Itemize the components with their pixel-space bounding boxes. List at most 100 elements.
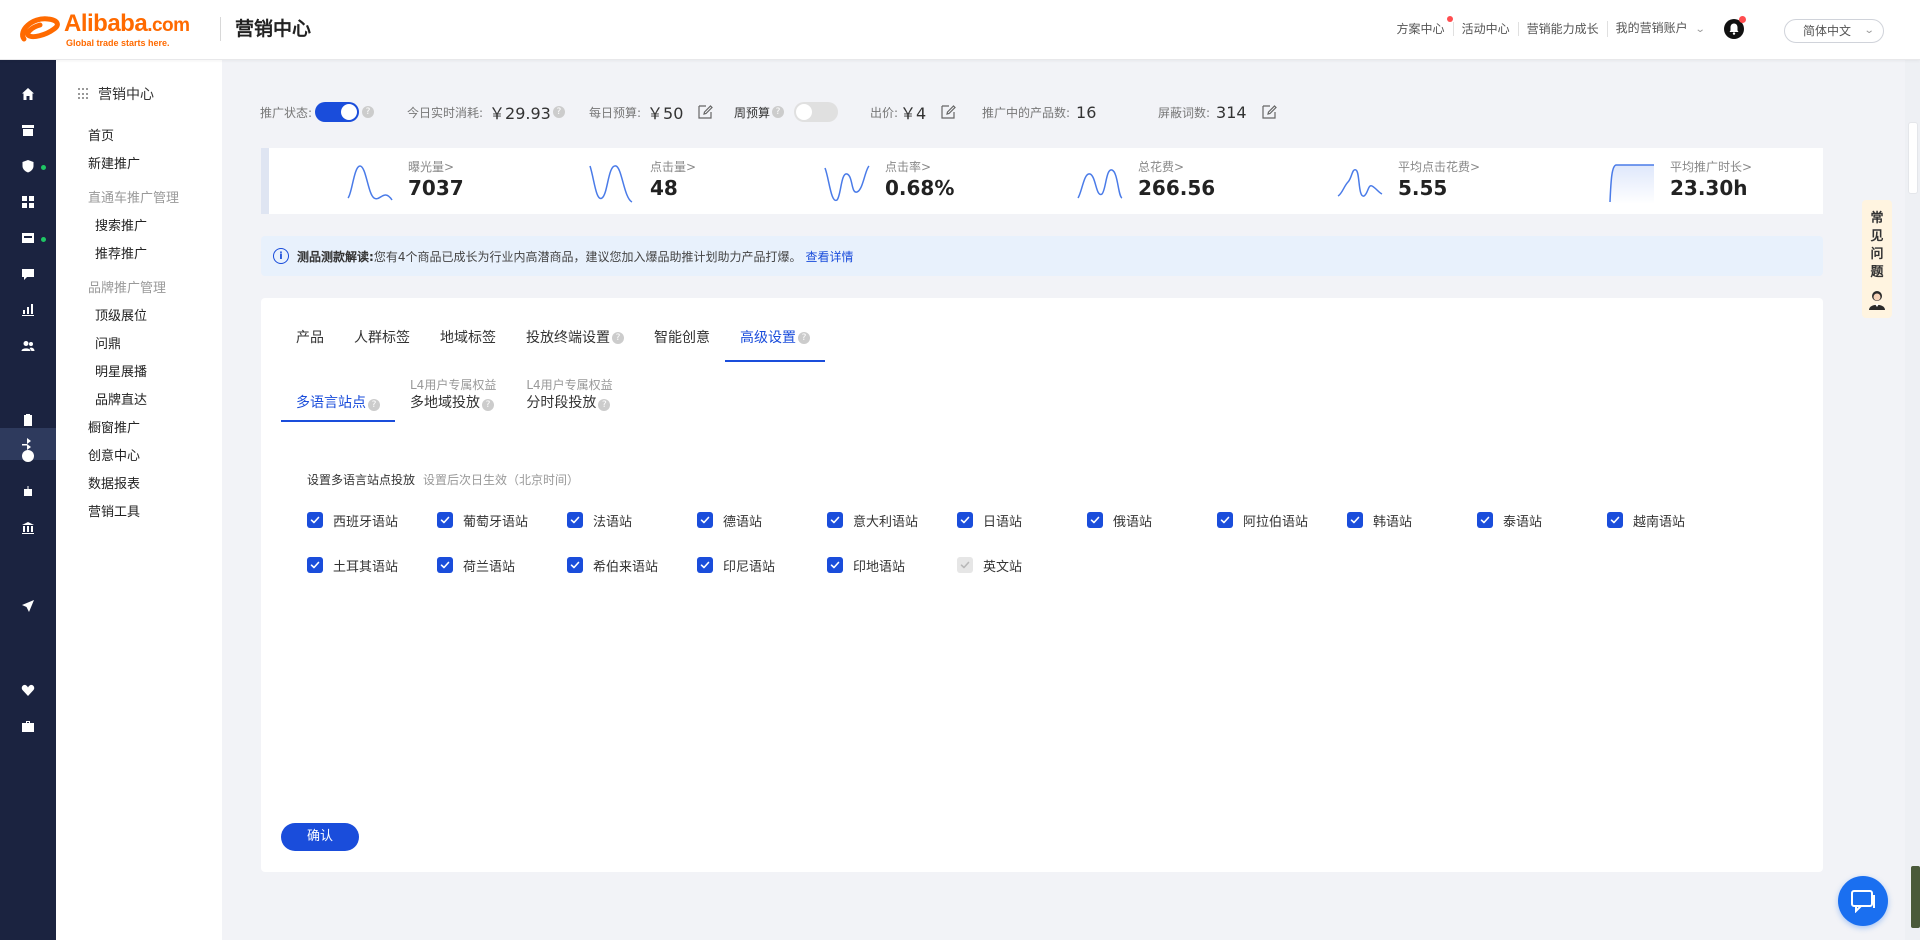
sidebar-item-wending[interactable]: 问鼎 — [95, 336, 121, 354]
sidebar-item-home[interactable]: 首页 — [88, 128, 114, 146]
checkbox[interactable] — [437, 512, 453, 528]
kpi-label: 总花费> — [1138, 160, 1185, 174]
tab-region[interactable]: 地域标签 — [425, 328, 511, 362]
help-icon[interactable]: ? — [612, 332, 624, 344]
confirm-button[interactable]: 确认 — [281, 823, 359, 851]
home-icon[interactable] — [20, 86, 36, 102]
alibaba-logo[interactable]: Alibaba.com Global trade starts here. — [18, 12, 190, 48]
checkbox[interactable] — [567, 557, 583, 573]
edit-icon[interactable] — [940, 104, 957, 120]
help-icon[interactable]: ? — [798, 332, 810, 344]
users-icon[interactable] — [20, 338, 36, 354]
help-icon[interactable]: ? — [482, 399, 494, 411]
tab-audience[interactable]: 人群标签 — [339, 328, 425, 362]
tab-products[interactable]: 产品 — [281, 328, 339, 362]
checkbox[interactable] — [1477, 512, 1493, 528]
checkbox[interactable] — [437, 557, 453, 573]
heart-icon[interactable] — [20, 682, 36, 698]
sidebar-item-new-promotion[interactable]: 新建推广 — [88, 156, 140, 174]
site-checkbox-option[interactable]: 阿拉伯语站 — [1217, 510, 1347, 530]
checkbox[interactable] — [1217, 512, 1233, 528]
weekly-budget-toggle[interactable] — [794, 102, 839, 122]
bell-icon[interactable] — [1723, 16, 1746, 40]
tab-advanced[interactable]: 高级设置? — [725, 328, 825, 362]
notice-details-link[interactable]: 查看详情 — [805, 248, 853, 265]
edit-icon[interactable] — [1261, 104, 1277, 120]
robot-icon[interactable] — [20, 484, 36, 500]
checkbox[interactable] — [697, 512, 713, 528]
shield-icon[interactable] — [20, 158, 36, 174]
sidebar-item-recommend-promo[interactable]: 推荐推广 — [95, 246, 147, 264]
nav-activity-center[interactable]: 活动中心 — [1452, 22, 1518, 36]
message-icon[interactable] — [20, 266, 36, 282]
inbox-icon[interactable] — [20, 230, 36, 246]
globe-icon[interactable] — [20, 448, 36, 464]
site-checkbox-option[interactable]: 俄语站 — [1087, 510, 1217, 530]
site-checkbox-option[interactable]: 荷兰语站 — [437, 555, 567, 575]
promo-status-toggle[interactable] — [315, 102, 360, 122]
site-checkbox-option[interactable]: 印地语站 — [827, 555, 957, 575]
help-icon[interactable]: ? — [368, 399, 380, 411]
checkbox[interactable] — [1087, 512, 1103, 528]
tab-smart-creative[interactable]: 智能创意 — [639, 328, 725, 362]
checkbox[interactable] — [307, 557, 323, 573]
checkbox[interactable] — [307, 512, 323, 528]
nav-label: 方案中心 — [1396, 22, 1445, 36]
checkbox[interactable] — [827, 512, 843, 528]
site-checkbox-option[interactable]: 西班牙语站 — [307, 510, 437, 530]
sidebar-item-creative[interactable]: 创意中心 — [88, 448, 140, 466]
sidebar-item-top-booth[interactable]: 顶级展位 — [95, 308, 147, 326]
scrollbar-thumb[interactable] — [1908, 122, 1918, 194]
nav-solution-center[interactable]: 方案中心 — [1389, 16, 1453, 36]
subtab-multilang[interactable]: 多语言站点? — [281, 374, 395, 422]
tab-terminal[interactable]: 投放终端设置? — [511, 328, 639, 362]
store-icon[interactable] — [20, 122, 36, 138]
sidebar-item-brand-direct[interactable]: 品牌直达 — [95, 392, 147, 410]
edge-handle[interactable] — [1911, 866, 1920, 928]
help-icon[interactable]: ? — [598, 399, 611, 411]
apps-icon[interactable] — [20, 194, 36, 210]
toggle-knob — [341, 104, 358, 120]
help-icon[interactable]: ? — [552, 106, 565, 118]
site-checkbox-option[interactable]: 土耳其语站 — [307, 555, 437, 575]
briefcase-icon[interactable] — [20, 718, 36, 734]
clipboard-icon[interactable] — [20, 412, 36, 428]
site-checkbox-option[interactable]: 德语站 — [697, 510, 827, 530]
site-checkbox-option[interactable]: 日语站 — [957, 510, 1087, 530]
language-select[interactable]: 简体中文 ⌄ — [1784, 19, 1884, 43]
edit-icon[interactable] — [697, 104, 714, 120]
site-checkbox-option[interactable]: 越南语站 — [1607, 510, 1737, 530]
sidebar-item-star-show[interactable]: 明星展播 — [95, 364, 147, 382]
checkbox[interactable] — [1607, 512, 1623, 528]
checkbox[interactable] — [697, 557, 713, 573]
faq-button[interactable]: 常 见 问 题 — [1862, 200, 1892, 318]
site-checkbox-option[interactable]: 法语站 — [567, 510, 697, 530]
help-icon[interactable]: ? — [772, 106, 785, 118]
checkbox[interactable] — [827, 557, 843, 573]
site-checkbox-option[interactable]: 希伯来语站 — [567, 555, 697, 575]
check-icon — [440, 561, 450, 569]
subtab-multiregion[interactable]: L4用户专属权益 多地域投放? — [395, 374, 511, 422]
products-count: 推广中的产品数: 16 — [982, 100, 1096, 124]
sidebar-item-reports[interactable]: 数据报表 — [88, 476, 140, 494]
site-checkbox-option[interactable]: 意大利语站 — [827, 510, 957, 530]
checkbox[interactable] — [957, 512, 973, 528]
site-checkbox-option[interactable]: 韩语站 — [1347, 510, 1477, 530]
nav-growth[interactable]: 营销能力成长 — [1517, 22, 1607, 36]
site-checkbox-option[interactable]: 印尼语站 — [697, 555, 827, 575]
site-checkbox-option[interactable]: 泰语站 — [1477, 510, 1607, 530]
bank-icon[interactable] — [20, 520, 36, 536]
subtab-dayparting[interactable]: L4用户专属权益 分时段投放? — [511, 374, 627, 422]
send-icon[interactable] — [20, 598, 36, 614]
checkbox[interactable] — [567, 512, 583, 528]
site-checkbox-label: 英文站 — [983, 559, 1023, 575]
chat-button[interactable] — [1838, 876, 1888, 926]
checkbox[interactable] — [1347, 512, 1363, 528]
nav-my-account[interactable]: 我的营销账户 ⌄ — [1606, 21, 1712, 37]
sidebar-item-showcase[interactable]: 橱窗推广 — [88, 420, 140, 438]
help-icon[interactable]: ? — [362, 106, 375, 118]
site-checkbox-option[interactable]: 葡萄牙语站 — [437, 510, 567, 530]
sidebar-item-tools[interactable]: 营销工具 — [88, 504, 140, 522]
bar-chart-icon[interactable] — [20, 302, 36, 318]
sidebar-item-search-promo[interactable]: 搜索推广 — [95, 218, 147, 236]
